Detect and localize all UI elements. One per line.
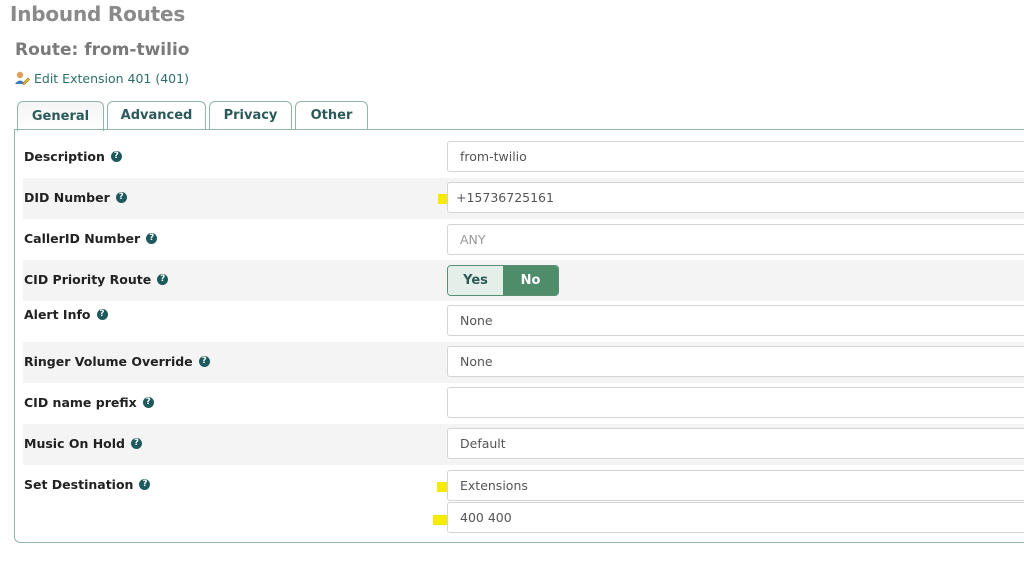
form-row-alert-info: Alert Info ? None [23,301,1024,342]
form-row-set-destination: Set Destination ? Extensions 400 400 [23,465,1024,537]
alert-info-select[interactable]: None [447,305,1024,336]
did-number-input[interactable]: +15736725161 [447,182,1024,213]
destination-target-select[interactable]: 400 400 [447,502,1024,533]
ringer-volume-override-label: Ringer Volume Override ? [24,354,210,369]
edit-extension-link[interactable]: Edit Extension 401 (401) [14,70,189,86]
help-icon[interactable]: ? [96,309,108,320]
form-row-music-on-hold: Music On Hold ? Default [23,424,1024,465]
form-row-cid-priority-route: CID Priority Route ? Yes No [23,260,1024,301]
form-row-callerid-number: CallerID Number ? ANY [23,219,1024,260]
edit-extension-label: Edit Extension 401 (401) [34,70,189,86]
help-icon[interactable]: ? [139,479,151,490]
cid-name-prefix-label: CID name prefix ? [24,395,154,410]
help-icon[interactable]: ? [157,274,169,285]
cid-priority-route-label: CID Priority Route ? [24,272,169,287]
cid-priority-route-toggle: Yes No [447,265,559,296]
route-title: Route: from-twilio [15,40,190,60]
help-icon[interactable]: ? [142,397,154,408]
description-input[interactable]: from-twilio [447,141,1024,172]
music-on-hold-select[interactable]: Default [447,428,1024,459]
tab-advanced[interactable]: Advanced [107,101,206,129]
toggle-yes-button[interactable]: Yes [448,266,503,295]
toggle-no-button[interactable]: No [503,266,558,295]
tab-general[interactable]: General [17,101,104,131]
help-icon[interactable]: ? [198,356,210,367]
form-row-description: Description ? from-twilio [23,137,1024,178]
help-icon[interactable]: ? [130,438,142,449]
general-tab-panel: Description ? from-twilio DID Number ? +… [14,129,1024,543]
form-row-did-number: DID Number ? +15736725161 [23,178,1024,219]
tab-bar: General Advanced Privacy Other [17,101,368,131]
did-number-label: DID Number ? [24,190,127,205]
form-row-cid-name-prefix: CID name prefix ? [23,383,1024,424]
page-title: Inbound Routes [10,2,186,26]
tab-other[interactable]: Other [295,101,368,129]
callerid-number-label: CallerID Number ? [24,231,158,246]
help-icon[interactable]: ? [146,233,158,244]
music-on-hold-label: Music On Hold ? [24,436,142,451]
callerid-number-input[interactable]: ANY [447,224,1024,255]
tab-privacy[interactable]: Privacy [209,101,292,129]
form-row-ringer-volume-override: Ringer Volume Override ? None [23,342,1024,383]
cid-name-prefix-input[interactable] [447,387,1024,418]
destination-type-select[interactable]: Extensions [447,470,1024,501]
alert-info-label: Alert Info ? [24,307,108,322]
help-icon[interactable]: ? [110,151,122,162]
user-edit-icon [14,70,30,86]
help-icon[interactable]: ? [115,192,127,203]
ringer-volume-override-select[interactable]: None [447,346,1024,377]
description-label: Description ? [24,149,122,164]
set-destination-label: Set Destination ? [24,477,151,492]
